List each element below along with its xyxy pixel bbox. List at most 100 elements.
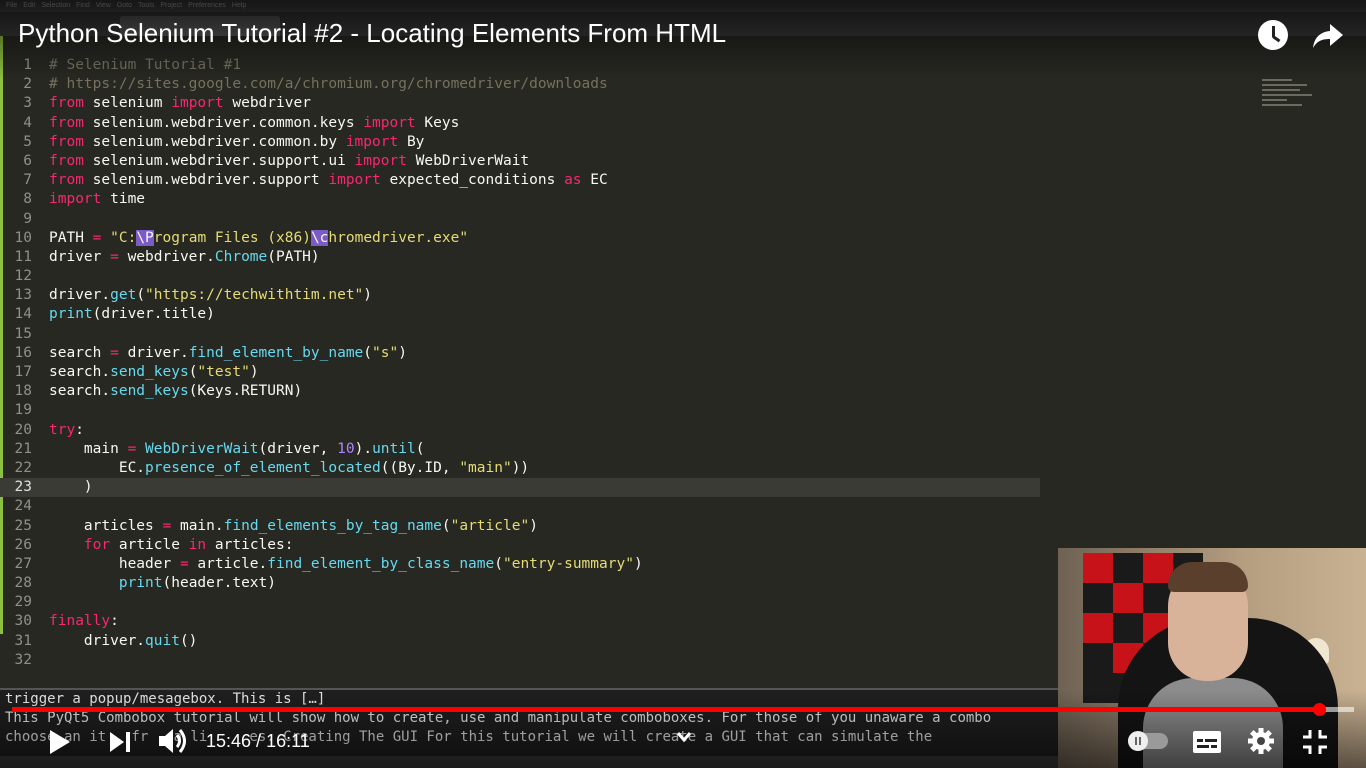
play-icon[interactable] <box>48 729 72 755</box>
line-number: 18 <box>14 383 32 400</box>
progress-scrubber[interactable] <box>1313 703 1327 716</box>
code-token: ) <box>633 555 643 572</box>
code-line[interactable]: 3 from selenium import webdriver <box>0 94 1040 113</box>
code-token: send_keys <box>110 364 189 380</box>
code-line[interactable]: 24 <box>0 497 1040 516</box>
line-number: 25 <box>14 517 32 534</box>
code-token: hromedriver.exe" <box>328 229 469 246</box>
line-number: 27 <box>14 555 32 572</box>
code-token: presence_of_element_located <box>145 459 381 476</box>
code-line[interactable]: 15 <box>0 325 1040 344</box>
code-line[interactable]: 22 EC.presence_of_element_located((By.ID… <box>0 459 1040 478</box>
code-token: "main" <box>459 459 512 476</box>
code-line[interactable]: 31 driver.quit() <box>0 632 1040 651</box>
code-token: \c <box>310 229 329 246</box>
video-title[interactable]: Python Selenium Tutorial #2 - Locating E… <box>18 18 726 49</box>
code-line[interactable]: 25 articles = main.find_elements_by_tag_… <box>0 517 1040 536</box>
line-number: 5 <box>23 133 32 150</box>
code-line[interactable]: 18 search.send_keys(Keys.RETURN) <box>0 382 1040 401</box>
time-separator: / <box>251 731 267 751</box>
code-token: ((By.ID, <box>380 459 460 476</box>
code-line[interactable]: 20 try: <box>0 421 1040 440</box>
line-number: 29 <box>14 594 32 611</box>
share-icon[interactable] <box>1312 22 1344 50</box>
code-token: quit <box>145 632 180 649</box>
code-line[interactable]: 23 ) <box>0 478 1040 498</box>
code-line[interactable]: 13 driver.get("https://techwithtim.net") <box>0 286 1040 305</box>
code-token: ( <box>441 517 451 534</box>
code-line[interactable]: 32 <box>0 651 1040 670</box>
code-line[interactable]: 26 for article in articles: <box>0 536 1040 555</box>
code-token: print <box>118 575 163 592</box>
code-token: : <box>75 421 84 438</box>
code-line[interactable]: 14 print(driver.title) <box>0 305 1040 324</box>
code-line[interactable]: 16 search = driver.find_element_by_name("… <box>0 344 1040 363</box>
code-line[interactable]: 4 from selenium.webdriver.common.keys imp… <box>0 114 1040 133</box>
progress-bar[interactable] <box>12 703 1354 716</box>
code-token: () <box>179 632 198 649</box>
settings-gear-icon[interactable] <box>1247 727 1275 755</box>
code-line[interactable]: 21 main = WebDriverWait(driver, 10).unti… <box>0 440 1040 459</box>
code-token: (Keys.RETURN) <box>188 383 303 400</box>
code-token: send_keys <box>110 383 189 400</box>
editor-minimap[interactable] <box>1262 76 1322 126</box>
code-token: selenium.webdriver.common.keys <box>83 114 364 131</box>
code-token: "test" <box>197 364 250 380</box>
code-line[interactable]: 19 <box>0 401 1040 420</box>
code-token: import <box>328 172 381 189</box>
code-token: selenium.webdriver.support.ui <box>83 152 355 169</box>
code-line[interactable]: 8 import time <box>0 190 1040 209</box>
line-number: 32 <box>14 651 32 668</box>
code-line[interactable]: 27 header = article.find_element_by_clas… <box>0 555 1040 574</box>
duration: 16:11 <box>266 731 310 751</box>
code-token: import <box>49 191 102 208</box>
exit-fullscreen-icon[interactable] <box>1301 728 1329 756</box>
code-token: main <box>49 440 128 457</box>
code-line[interactable]: 17 search.send_keys("test") <box>0 363 1040 382</box>
code-token: rogram Files (x86) <box>153 229 311 246</box>
code-token: (driver, <box>258 440 338 457</box>
code-token: PATH <box>49 229 93 246</box>
line-number: 23 <box>14 479 32 496</box>
code-token: find_element_by_name <box>188 344 364 361</box>
code-token: (PATH) <box>267 248 320 265</box>
code-token: from <box>49 172 84 189</box>
code-token: Keys <box>415 114 460 131</box>
watch-later-icon[interactable] <box>1258 20 1288 50</box>
code-token: ) <box>398 344 407 361</box>
code-line[interactable]: 6 from selenium.webdriver.support.ui impo… <box>0 152 1040 171</box>
chevron-down-icon[interactable] <box>676 731 692 743</box>
code-token: "s" <box>372 344 399 361</box>
code-line[interactable]: 5 from selenium.webdriver.common.by impor… <box>0 133 1040 152</box>
code-token: : <box>110 613 119 630</box>
code-token: WebDriverWait <box>145 440 259 457</box>
code-line[interactable]: 7 from selenium.webdriver.support import … <box>0 171 1040 190</box>
code-line[interactable]: 11 driver = webdriver.Chrome(PATH) <box>0 248 1040 267</box>
code-token: selenium.webdriver.support <box>83 172 329 189</box>
line-number: 8 <box>23 191 32 208</box>
code-token: ) <box>49 479 93 496</box>
volume-icon[interactable] <box>158 727 190 755</box>
autoplay-toggle[interactable] <box>1128 731 1168 751</box>
code-token: webdriver <box>223 95 311 112</box>
line-number: 17 <box>14 364 32 380</box>
code-line[interactable]: 12 <box>0 267 1040 286</box>
code-lines[interactable]: 1# Selenium Tutorial #12# https://sites.… <box>0 56 1040 670</box>
code-token: \P <box>136 229 154 246</box>
presenter-hair <box>1168 562 1248 592</box>
code-line[interactable]: 29 <box>0 593 1040 612</box>
code-token: = <box>179 555 189 572</box>
line-number: 7 <box>23 172 32 189</box>
code-token: import <box>171 95 224 112</box>
code-line[interactable]: 10 PATH = "C:\Program Files (x86)\chromed… <box>0 229 1040 248</box>
code-line[interactable]: 9 <box>0 210 1040 229</box>
code-line[interactable]: 30 finally: <box>0 612 1040 631</box>
code-token: search. <box>49 383 111 400</box>
code-line[interactable]: 28 print(header.text) <box>0 574 1040 593</box>
code-token: EC <box>581 172 608 189</box>
code-token: driver <box>49 248 111 265</box>
captions-icon[interactable] <box>1192 730 1222 754</box>
code-token: webdriver. <box>118 248 215 265</box>
next-icon[interactable] <box>108 730 132 754</box>
